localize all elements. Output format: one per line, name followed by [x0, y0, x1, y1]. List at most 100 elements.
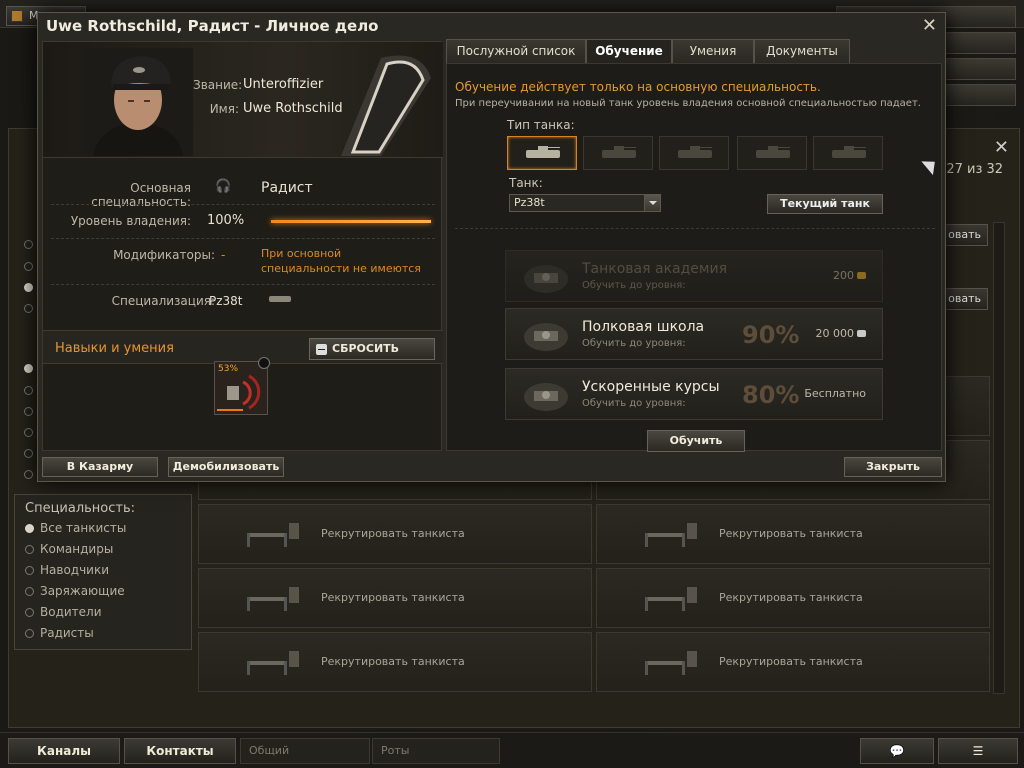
divider	[51, 284, 435, 285]
tank-type-td[interactable]	[737, 136, 807, 170]
radio-stub[interactable]	[24, 470, 33, 479]
tab-service-record[interactable]: Послужной список	[446, 39, 586, 63]
recruit-slot[interactable]: Рекрутировать танкиста	[198, 504, 592, 564]
filter-label: Все танкисты	[40, 521, 127, 535]
filter-label: Заряжающие	[40, 584, 125, 598]
filter-label: Командиры	[40, 542, 114, 556]
tank-select[interactable]: Pz38t	[509, 194, 661, 212]
radio-stub[interactable]	[24, 428, 33, 437]
filter-commanders[interactable]: Командиры	[25, 542, 113, 556]
radio-waves-icon	[227, 374, 261, 410]
notifications-list-icon[interactable]: ☰	[938, 738, 1018, 764]
tank-type-label: Тип танка:	[507, 118, 575, 132]
course-option[interactable]: Полковая школа Обучить до уровня: 90% 20 00…	[505, 308, 883, 360]
recruit-label: Рекрутировать танкиста	[321, 655, 465, 668]
radio-stub[interactable]	[24, 240, 33, 249]
tank-destroyer-icon	[756, 146, 790, 158]
course-cost-value: Бесплатно	[804, 387, 866, 400]
filter-label: Радисты	[40, 626, 94, 640]
demobilize-button[interactable]: Демобилизовать	[168, 457, 284, 477]
contacts-button[interactable]: Контакты	[124, 738, 236, 764]
radio-stub[interactable]	[24, 386, 33, 395]
filter-all[interactable]: Все танкисты	[25, 521, 126, 535]
barracks-close-icon[interactable]: ✕	[994, 137, 1009, 158]
skills-header: Навыки и умения СБРОСИТЬ	[43, 330, 443, 364]
course-name: Полковая школа	[582, 319, 705, 335]
chat-bubble-icon[interactable]: 💬	[860, 738, 934, 764]
radio-stub[interactable]	[24, 407, 33, 416]
divider	[51, 204, 435, 205]
recruit-label: Рекрутировать танкиста	[719, 655, 863, 668]
bunk-bed-icon	[247, 651, 299, 675]
course-cost: 200	[833, 269, 866, 282]
general-chat-tab[interactable]: Общий	[240, 738, 370, 764]
divider	[455, 228, 935, 229]
course-option[interactable]: Танковая академия Обучить до уровня: 200	[505, 250, 883, 302]
dialog-title: Uwe Rothschild, Радист - Личное дело	[46, 17, 379, 35]
filter-radio-operators[interactable]: Радисты	[25, 626, 94, 640]
specialization-label: Специализация:	[111, 294, 215, 308]
course-subtitle: Обучить до уровня:	[582, 398, 686, 409]
close-button[interactable]: Закрыть	[844, 457, 942, 477]
modifiers-label: Модификаторы:	[113, 248, 215, 262]
headphones-badge-icon	[258, 357, 270, 369]
course-emblem-icon	[524, 323, 568, 351]
modifiers-value-line1: При основной	[261, 247, 342, 260]
tankman-portrait	[83, 48, 193, 156]
reset-skills-button[interactable]: СБРОСИТЬ	[309, 338, 435, 360]
barracks-action-label: овать	[948, 228, 981, 241]
filter-drivers[interactable]: Водители	[25, 605, 102, 619]
recruit-slot[interactable]: Рекрутировать танкиста	[596, 504, 990, 564]
tab-documents[interactable]: Документы	[754, 39, 850, 63]
radio-icon	[25, 545, 34, 554]
tank-type-medium[interactable]	[583, 136, 653, 170]
spg-icon	[832, 146, 866, 158]
course-emblem-icon	[524, 265, 568, 293]
radio-icon	[25, 608, 34, 617]
tab-skills[interactable]: Умения	[672, 39, 754, 63]
bunk-bed-icon	[247, 523, 299, 547]
mastery-label: Уровень владения:	[70, 214, 191, 228]
radio-icon	[25, 524, 34, 533]
radio-stub[interactable]	[24, 283, 33, 292]
tab-training[interactable]: Обучение	[586, 39, 672, 63]
to-barracks-button[interactable]: В Казарму	[42, 457, 158, 477]
tank-icon	[269, 296, 291, 302]
tank-type-spg[interactable]	[813, 136, 883, 170]
light-tank-icon	[526, 146, 560, 158]
recruit-label: Рекрутировать танкиста	[719, 591, 863, 604]
barracks-scrollbar[interactable]	[993, 222, 1005, 694]
course-cost: Бесплатно	[804, 387, 866, 400]
personal-file-dialog: Uwe Rothschild, Радист - Личное дело ✕ З…	[37, 12, 946, 482]
skills-title: Навыки и умения	[55, 341, 174, 356]
train-button[interactable]: Обучить	[647, 430, 745, 452]
current-tank-button[interactable]: Текущий танк	[767, 194, 883, 214]
recruit-slot[interactable]: Рекрутировать танкиста	[596, 568, 990, 628]
specialty-filter-panel: Специальность: Все танкисты Командиры На…	[14, 494, 192, 650]
recruit-slot[interactable]: Рекрутировать танкиста	[198, 632, 592, 692]
course-cost: 20 000	[815, 327, 866, 340]
recruit-label: Рекрутировать танкиста	[719, 527, 863, 540]
dialog-close-icon[interactable]: ✕	[922, 15, 937, 36]
radio-stub[interactable]	[24, 262, 33, 271]
filter-label: Наводчики	[40, 563, 110, 577]
menu-icon	[11, 10, 23, 22]
course-subtitle: Обучить до уровня:	[582, 338, 686, 349]
tank-type-heavy[interactable]	[659, 136, 729, 170]
radio-stub[interactable]	[24, 449, 33, 458]
filter-gunners[interactable]: Наводчики	[25, 563, 109, 577]
channels-button[interactable]: Каналы	[8, 738, 120, 764]
skill-in-training-icon[interactable]: 53%	[214, 361, 268, 415]
recruit-slot[interactable]: Рекрутировать танкиста	[596, 632, 990, 692]
companies-chat-tab[interactable]: Роты	[372, 738, 500, 764]
course-cost-value: 20 000	[815, 327, 855, 340]
course-option[interactable]: Ускоренные курсы Обучить до уровня: 80% Бес…	[505, 368, 883, 420]
main-spec-value: Радист	[261, 180, 313, 196]
radio-stub[interactable]	[24, 304, 33, 313]
name-label: Имя:	[209, 102, 239, 116]
tank-type-light[interactable]	[507, 136, 577, 170]
radio-stub[interactable]	[24, 364, 33, 373]
recruit-slot[interactable]: Рекрутировать танкиста	[198, 568, 592, 628]
filter-loaders[interactable]: Заряжающие	[25, 584, 125, 598]
course-subtitle: Обучить до уровня:	[582, 280, 686, 291]
